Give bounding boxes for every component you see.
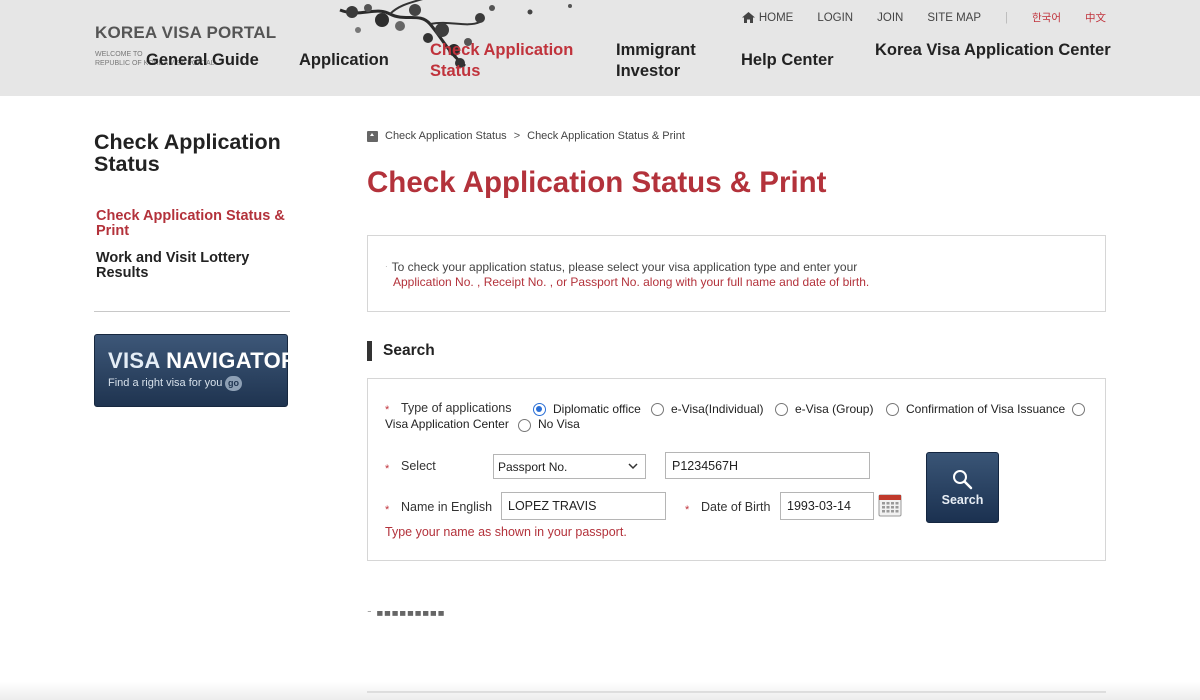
search-form: * Type of applications Diplomatic office… bbox=[367, 378, 1106, 561]
breadcrumb: Check Application Status > Check Applica… bbox=[367, 130, 685, 142]
nav-application[interactable]: Application bbox=[299, 50, 389, 71]
nav-check-status-line1: Check Application bbox=[430, 41, 574, 59]
required-mark: * bbox=[385, 404, 390, 416]
breadcrumb-home-icon[interactable] bbox=[367, 130, 378, 142]
next-section-heading-glyphs: ▪ ▮▮▮▮▮▮▮▮▮ bbox=[367, 611, 482, 616]
radio-diplomatic-office[interactable] bbox=[533, 403, 546, 416]
home-link[interactable]: HOME bbox=[741, 11, 794, 24]
search-button-label: Search bbox=[941, 493, 984, 507]
breadcrumb-item[interactable]: Check Application Status bbox=[385, 130, 507, 142]
nav-korea-visa-application-center[interactable]: Korea Visa Application Center bbox=[875, 40, 1111, 61]
name-in-english-label: Name in English bbox=[401, 500, 493, 514]
required-mark: * bbox=[685, 504, 690, 516]
nav-immigrant-line2: Investor bbox=[616, 62, 681, 80]
radio-visa-application-center[interactable] bbox=[1072, 403, 1085, 416]
site-header: KOREA VISA PORTAL WELCOME TO REPUBLIC OF… bbox=[0, 0, 1200, 96]
radio-label-visa-application-center[interactable]: Visa Application Center bbox=[385, 417, 509, 431]
sitemap-link[interactable]: SITE MAP bbox=[927, 12, 981, 24]
radio-label-no-visa[interactable]: No Visa bbox=[538, 417, 580, 431]
id-type-select-value: Passport No. bbox=[498, 460, 568, 474]
date-of-birth-input[interactable]: 1993-03-14 bbox=[780, 492, 874, 520]
utility-separator: | bbox=[1005, 11, 1009, 24]
required-mark: * bbox=[385, 463, 390, 475]
required-mark: * bbox=[385, 504, 390, 516]
sidebar-divider bbox=[94, 311, 290, 312]
radio-label-confirmation-visa-issuance[interactable]: Confirmation of Visa Issuance bbox=[906, 402, 1065, 416]
radio-label-evisa-group[interactable]: e-Visa (Group) bbox=[795, 402, 873, 416]
radio-evisa-individual[interactable] bbox=[651, 403, 664, 416]
sidebar-title: Check Application Status bbox=[94, 130, 281, 176]
home-icon bbox=[741, 12, 755, 23]
id-number-input[interactable]: P1234567H bbox=[665, 452, 870, 479]
lang-korean-link[interactable]: 한국어 bbox=[1032, 10, 1061, 25]
notice-box: · To check your application status, pleas… bbox=[367, 235, 1106, 312]
notice-line1: To check your application status, please… bbox=[391, 260, 858, 274]
search-section-title: Search bbox=[367, 341, 435, 361]
chevron-down-icon bbox=[628, 463, 638, 470]
radio-label-evisa-individual[interactable]: e-Visa(Individual) bbox=[671, 402, 764, 416]
notice-bullet: · bbox=[385, 262, 388, 271]
select-label: Select bbox=[401, 459, 436, 473]
search-button[interactable]: Search bbox=[926, 452, 999, 523]
banner-title-visa: VISA bbox=[108, 348, 160, 373]
bottom-fade bbox=[0, 682, 1200, 700]
nav-help-center[interactable]: Help Center bbox=[741, 50, 834, 71]
lang-chinese-link[interactable]: 中文 bbox=[1085, 10, 1106, 25]
name-hint: Type your name as shown in your passport… bbox=[385, 525, 627, 539]
banner-title-navigator: NAVIGATOR bbox=[166, 348, 298, 373]
radio-no-visa[interactable] bbox=[518, 419, 531, 432]
breadcrumb-item-current: Check Application Status & Print bbox=[527, 130, 685, 142]
visa-navigator-banner[interactable]: VISA NAVIGATOR Find a right visa for you… bbox=[94, 334, 297, 407]
sidebar-item-check-status-print[interactable]: Check Application Status & Print bbox=[96, 209, 296, 239]
nav-general-guide[interactable]: General Guide bbox=[146, 50, 259, 71]
calendar-icon[interactable] bbox=[878, 493, 902, 517]
banner-go-badge: go bbox=[225, 376, 242, 391]
radio-label-diplomatic-office[interactable]: Diplomatic office bbox=[553, 402, 641, 416]
nav-check-application-status[interactable]: Check Application Status bbox=[430, 40, 573, 82]
banner-title: VISA NAVIGATOR bbox=[108, 348, 297, 374]
id-type-select[interactable]: Passport No. bbox=[493, 454, 646, 479]
date-of-birth-label: Date of Birth bbox=[701, 500, 771, 514]
radio-confirmation-visa-issuance[interactable] bbox=[886, 403, 899, 416]
type-of-applications-label: Type of applications bbox=[401, 401, 512, 415]
nav-immigrant-line1: Immigrant bbox=[616, 41, 696, 59]
login-link[interactable]: LOGIN bbox=[817, 12, 853, 24]
logo-title: KOREA VISA PORTAL bbox=[95, 23, 277, 42]
sidebar-item-lottery-results[interactable]: Work and Visit Lottery Results bbox=[96, 251, 296, 281]
home-label: HOME bbox=[758, 11, 794, 24]
utility-nav: HOME LOGIN JOIN SITE MAP | 한국어 中文 bbox=[718, 10, 1106, 25]
notice-line2: Application No. , Receipt No. , or Passp… bbox=[393, 275, 870, 289]
banner-subtitle: Find a right visa for you bbox=[108, 377, 223, 389]
next-section-heading-partial: ▪ ▮▮▮▮▮▮▮▮▮ bbox=[367, 611, 482, 616]
search-icon bbox=[953, 470, 973, 490]
join-link[interactable]: JOIN bbox=[877, 12, 903, 24]
name-in-english-input[interactable]: LOPEZ TRAVIS bbox=[501, 492, 666, 520]
nav-check-status-line2: Status bbox=[430, 62, 481, 80]
page-title: Check Application Status & Print bbox=[367, 166, 827, 199]
nav-immigrant-investor[interactable]: Immigrant Investor bbox=[616, 40, 696, 82]
radio-evisa-group[interactable] bbox=[775, 403, 788, 416]
breadcrumb-separator: > bbox=[513, 130, 521, 142]
notice-text: · To check your application status, pleas… bbox=[385, 260, 857, 274]
